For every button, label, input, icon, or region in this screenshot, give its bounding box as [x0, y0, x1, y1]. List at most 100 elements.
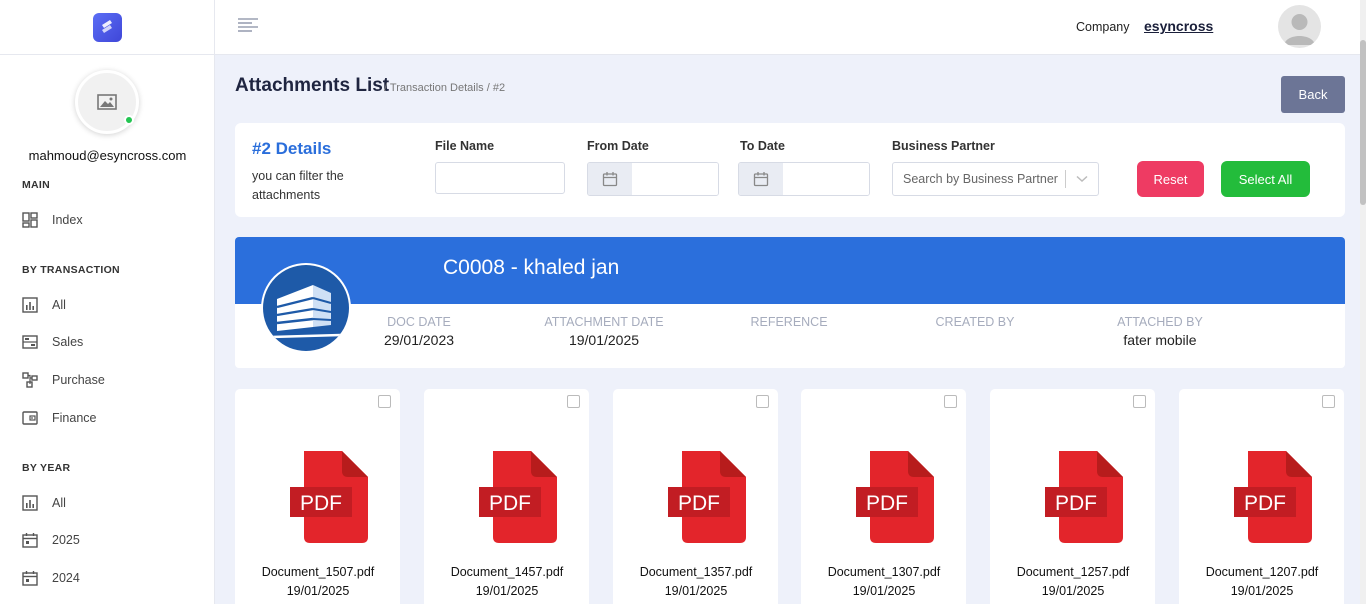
- sidebar: mahmoud@esyncross.com MAIN Index BY TRAN…: [0, 0, 215, 604]
- attached-by-value: fater mobile: [1123, 332, 1197, 348]
- online-status-dot: [124, 115, 134, 125]
- sidebar-item-transaction-all[interactable]: All: [22, 293, 66, 317]
- chevron-down-icon[interactable]: [1066, 175, 1098, 183]
- dashboard-icon: [22, 212, 38, 228]
- calendar-icon: [22, 533, 38, 548]
- reference-label: REFERENCE: [750, 315, 828, 329]
- from-date-input[interactable]: [632, 163, 718, 195]
- pdf-file-icon[interactable]: PDF: [290, 451, 370, 543]
- to-date-input[interactable]: [783, 163, 869, 195]
- document-date: 19/01/2025: [286, 584, 350, 598]
- pdf-icon-label: PDF: [866, 492, 908, 515]
- sidebar-item-purchase[interactable]: Purchase: [22, 368, 105, 392]
- transaction-card: C0008 - khaled jan DOC DATE 29/01/2023 A…: [235, 237, 1345, 368]
- pdf-file-icon[interactable]: PDF: [1045, 451, 1125, 543]
- sidebar-item-index[interactable]: Index: [22, 208, 83, 232]
- menu-toggle-icon[interactable]: [237, 16, 259, 34]
- logo-area: [0, 0, 214, 55]
- sidebar-item-finance[interactable]: Finance: [22, 406, 96, 430]
- transaction-title: C0008 - khaled jan: [443, 256, 620, 279]
- pdf-icon-label: PDF: [678, 492, 720, 515]
- pdf-icon-label: PDF: [1244, 492, 1286, 515]
- calendar-icon[interactable]: [588, 163, 632, 195]
- bar-chart-icon: [22, 495, 38, 511]
- user-avatar[interactable]: [1278, 5, 1321, 48]
- document-checkbox[interactable]: [756, 395, 769, 408]
- company-name-link[interactable]: esyncross: [1144, 18, 1213, 34]
- sidebar-item-label: Index: [52, 213, 83, 227]
- filter-card: #2 Details you can filter the attachment…: [235, 123, 1345, 217]
- document-card[interactable]: PDF Document_1457.pdf 19/01/2025: [424, 389, 589, 604]
- file-name-input[interactable]: [435, 162, 565, 194]
- pdf-file-icon[interactable]: PDF: [856, 451, 936, 543]
- pdf-file-icon[interactable]: PDF: [668, 451, 748, 543]
- to-date-field[interactable]: [738, 162, 870, 196]
- document-checkbox[interactable]: [567, 395, 580, 408]
- sidebar-item-label: 2025: [52, 533, 80, 547]
- sidebar-item-year-2024[interactable]: 2024: [22, 566, 80, 590]
- section-label-by-year: BY YEAR: [22, 462, 71, 474]
- section-label-main: MAIN: [22, 179, 51, 191]
- pdf-file-icon[interactable]: PDF: [1234, 451, 1314, 543]
- business-partner-select[interactable]: Search by Business Partner: [892, 162, 1099, 196]
- back-button[interactable]: Back: [1281, 76, 1345, 113]
- document-name: Document_1507.pdf: [261, 565, 375, 579]
- business-partner-label: Business Partner: [892, 139, 995, 153]
- app-logo-icon[interactable]: [92, 12, 122, 42]
- image-placeholder-icon: [97, 94, 117, 110]
- sales-icon: [22, 335, 38, 349]
- document-checkbox[interactable]: [944, 395, 957, 408]
- purchase-icon: [22, 372, 38, 388]
- document-name: Document_1357.pdf: [639, 565, 753, 579]
- pdf-icon-label: PDF: [300, 492, 342, 515]
- document-checkbox[interactable]: [378, 395, 391, 408]
- pdf-file-icon[interactable]: PDF: [479, 451, 559, 543]
- from-date-label: From Date: [587, 139, 649, 153]
- sidebar-item-label: Purchase: [52, 373, 105, 387]
- sidebar-item-year-2025[interactable]: 2025: [22, 528, 80, 552]
- sidebar-item-label: Finance: [52, 411, 97, 425]
- breadcrumb: / Transaction Details / #2: [384, 82, 506, 94]
- document-date: 19/01/2025: [475, 584, 539, 598]
- transaction-banner: C0008 - khaled jan: [235, 237, 1345, 304]
- reset-button[interactable]: Reset: [1137, 161, 1204, 197]
- document-name: Document_1257.pdf: [1016, 565, 1130, 579]
- doc-date-value: 29/01/2023: [383, 332, 455, 348]
- attachment-date-value: 19/01/2025: [568, 332, 640, 348]
- document-date: 19/01/2025: [852, 584, 916, 598]
- sidebar-item-label: Sales: [52, 335, 84, 349]
- partner-logo: [261, 263, 351, 353]
- document-card[interactable]: PDF Document_1307.pdf 19/01/2025: [801, 389, 966, 604]
- calendar-icon: [22, 571, 38, 586]
- document-date: 19/01/2025: [664, 584, 728, 598]
- scrollbar-thumb[interactable]: [1360, 40, 1366, 205]
- sidebar-item-label: 2024: [52, 571, 80, 585]
- document-card[interactable]: PDF Document_1207.pdf 19/01/2025: [1179, 389, 1344, 604]
- select-all-button[interactable]: Select All: [1221, 161, 1310, 197]
- user-email: mahmoud@esyncross.com: [28, 148, 187, 163]
- profile-avatar[interactable]: [75, 70, 139, 134]
- document-date: 19/01/2025: [1230, 584, 1294, 598]
- created-by-label: CREATED BY: [935, 315, 1015, 329]
- sidebar-item-sales[interactable]: Sales: [22, 330, 83, 354]
- document-card[interactable]: PDF Document_1507.pdf 19/01/2025: [235, 389, 400, 604]
- attachment-date-label: ATTACHMENT DATE: [544, 315, 664, 329]
- document-card[interactable]: PDF Document_1357.pdf 19/01/2025: [613, 389, 778, 604]
- to-date-label: To Date: [740, 139, 785, 153]
- details-subtitle: you can filter the attachments: [252, 169, 344, 202]
- user-icon: [1284, 14, 1315, 45]
- section-label-by-transaction: BY TRANSACTION: [22, 264, 120, 276]
- building-logo-icon: [270, 285, 342, 339]
- document-name: Document_1457.pdf: [450, 565, 564, 579]
- company-label: Company: [1076, 20, 1130, 34]
- doc-date-label: DOC DATE: [387, 315, 451, 329]
- from-date-field[interactable]: [587, 162, 719, 196]
- calendar-icon[interactable]: [739, 163, 783, 195]
- document-name: Document_1207.pdf: [1205, 565, 1319, 579]
- sidebar-item-label: All: [52, 298, 66, 312]
- document-checkbox[interactable]: [1322, 395, 1335, 408]
- document-checkbox[interactable]: [1133, 395, 1146, 408]
- document-card[interactable]: PDF Document_1257.pdf 19/01/2025: [990, 389, 1155, 604]
- details-title: #2 Details: [252, 139, 332, 158]
- sidebar-item-year-all[interactable]: All: [22, 491, 66, 515]
